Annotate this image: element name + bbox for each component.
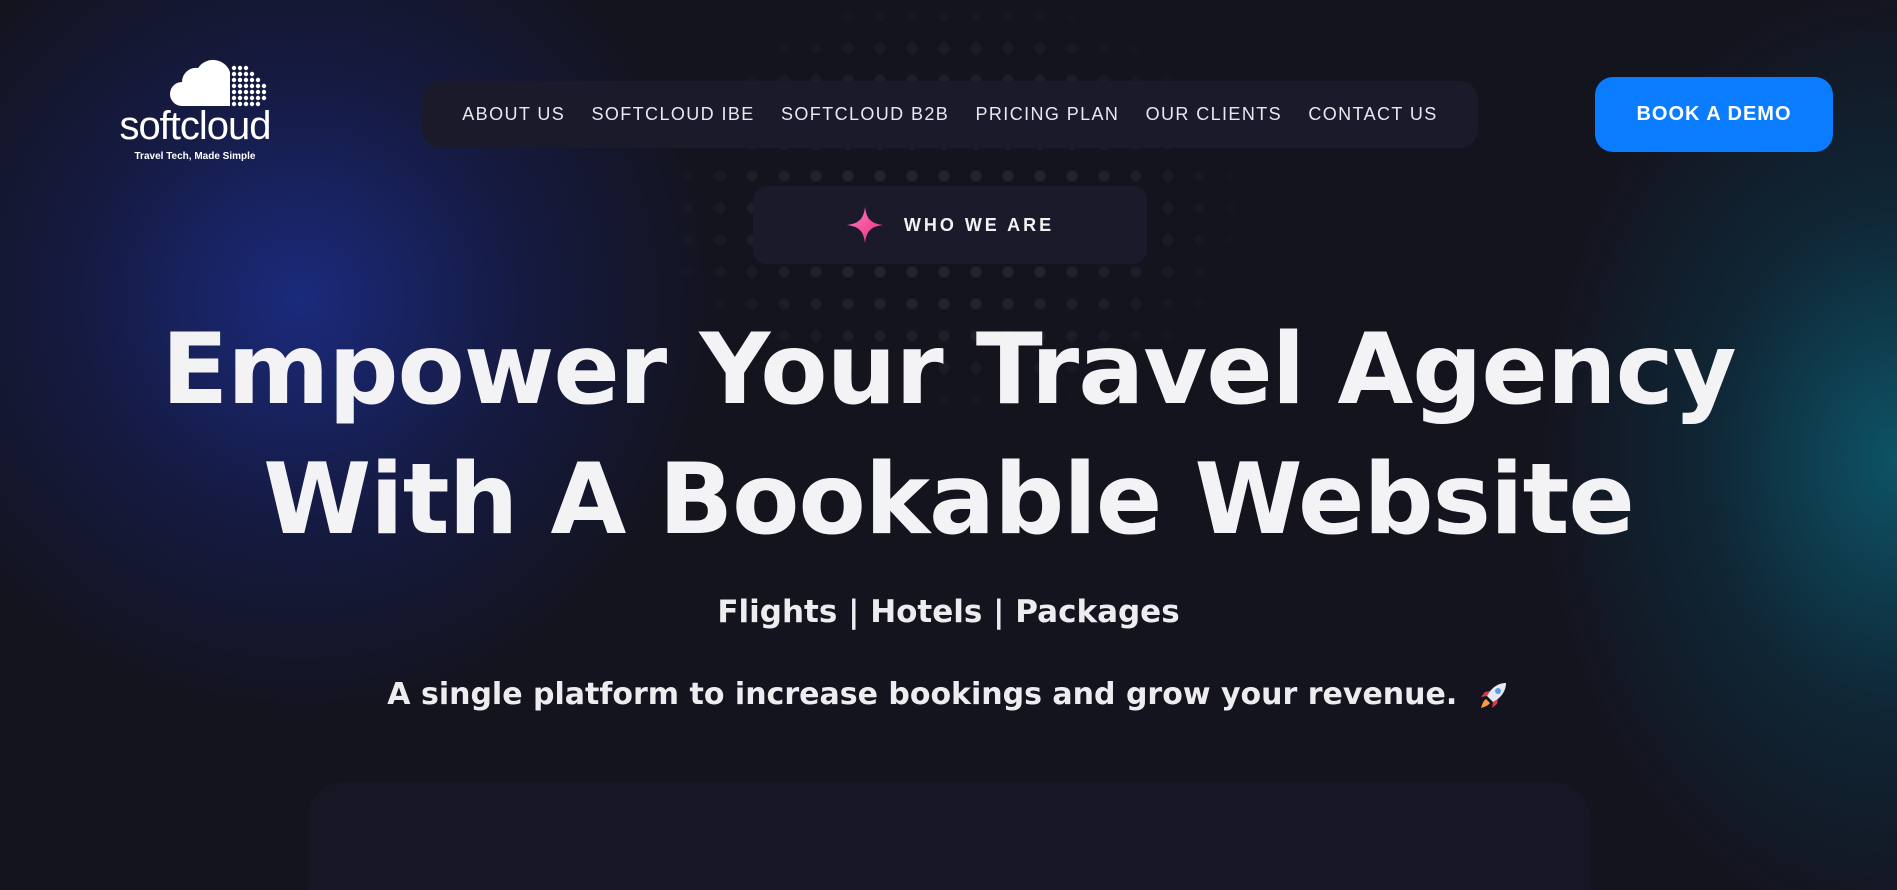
hero-title-line-2: With A Bookable Website	[263, 443, 1635, 557]
book-demo-button[interactable]: BOOK A DEMO	[1595, 77, 1833, 152]
hero-description: A single platform to increase bookings a…	[0, 677, 1897, 713]
nav-item-about-us[interactable]: ABOUT US	[462, 104, 565, 125]
cloud-icon	[170, 59, 267, 107]
logo-tagline: Travel Tech, Made Simple	[134, 151, 256, 162]
hero-page: softcloud Travel Tech, Made Simple ABOUT…	[0, 0, 1897, 890]
logo[interactable]: softcloud Travel Tech, Made Simple	[112, 58, 278, 166]
hero-title-line-1: Empower Your Travel Agency	[161, 313, 1736, 427]
who-we-are-badge: WHO WE ARE	[753, 186, 1147, 264]
nav-item-our-clients[interactable]: OUR CLIENTS	[1146, 104, 1282, 125]
nav-item-contact-us[interactable]: CONTACT US	[1308, 104, 1437, 125]
hero-title: Empower Your Travel Agency With A Bookab…	[0, 305, 1897, 565]
rocket-icon	[1480, 682, 1506, 708]
nav-item-pricing-plan[interactable]: PRICING PLAN	[975, 104, 1119, 125]
main-nav: ABOUT US SOFTCLOUD IBE SOFTCLOUD B2B PRI…	[422, 81, 1478, 148]
nav-item-softcloud-ibe[interactable]: SOFTCLOUD IBE	[591, 104, 754, 125]
hero-description-text: A single platform to increase bookings a…	[387, 677, 1458, 712]
preview-panel	[308, 782, 1590, 890]
hero-subtitle: Flights | Hotels | Packages	[717, 594, 1180, 630]
sparkle-icon	[846, 207, 883, 243]
badge-label: WHO WE ARE	[903, 214, 1055, 235]
logo-wordmark: softcloud	[119, 104, 271, 148]
nav-item-softcloud-b2b[interactable]: SOFTCLOUD B2B	[781, 104, 949, 125]
